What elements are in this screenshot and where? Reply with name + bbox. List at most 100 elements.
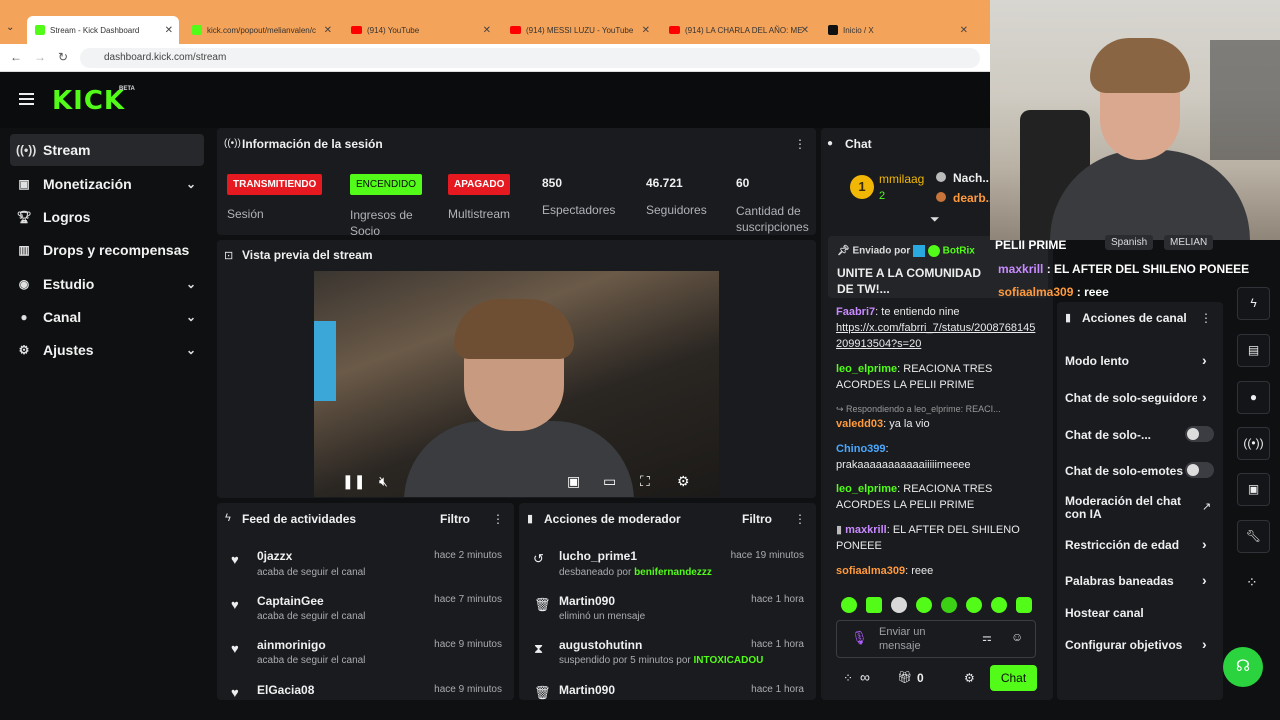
fullscreen-icon[interactable]: ⛶ — [640, 473, 650, 490]
emote-icon[interactable] — [866, 597, 882, 613]
mod-target-user[interactable]: Martin090 — [559, 594, 615, 608]
more-options-icon[interactable]: ⋮ — [794, 137, 806, 151]
slow-mode-item[interactable]: Modo lento — [1065, 354, 1129, 368]
forward-icon[interactable]: → — [34, 50, 46, 64]
collapse-icon[interactable]: ⏷ — [930, 212, 940, 227]
verified-icon — [913, 245, 926, 257]
more-options-icon[interactable]: ⋮ — [492, 512, 504, 526]
sidebar-item-stream[interactable]: ((•)) Stream — [10, 134, 204, 166]
ai-moderation-item[interactable]: Moderación del chat con IA — [1065, 495, 1183, 521]
tab-kick-popout[interactable]: kick.com/popout/melianvalen/c ✕ — [186, 18, 338, 42]
sidebar-item-estudio[interactable]: ◉ Estudio ⌄ — [10, 268, 204, 300]
activity-user[interactable]: 0jazzx — [257, 549, 292, 563]
followers-only-item[interactable]: Chat de solo-seguidore — [1065, 391, 1197, 405]
close-tab-icon[interactable]: ✕ — [960, 25, 968, 36]
broadcast-icon[interactable]: ((•)) — [1237, 427, 1270, 460]
mod-by-user[interactable]: INTOXICADOU — [694, 655, 764, 666]
pip-icon[interactable]: ▣ — [567, 473, 580, 490]
close-tab-icon[interactable]: ✕ — [483, 25, 491, 36]
menu-icon[interactable] — [19, 93, 34, 105]
tab-list-icon[interactable]: ⌄ — [6, 22, 14, 33]
more-options-icon[interactable]: ⋮ — [1200, 311, 1212, 325]
status-label-partner: Ingresos de Socio — [350, 208, 413, 235]
subs-only-toggle[interactable] — [1185, 426, 1214, 442]
close-tab-icon[interactable]: ✕ — [801, 25, 809, 36]
emote-icon[interactable] — [891, 597, 907, 613]
reload-icon[interactable]: ↻ — [58, 50, 68, 64]
webcam-overlay — [990, 0, 1280, 240]
settings-icon[interactable]: ⚙ — [677, 473, 690, 490]
chat-settings-icon[interactable]: ⚙ — [964, 671, 975, 685]
stream-video[interactable] — [314, 271, 719, 497]
sidebar-item-ajustes[interactable]: ⚙ Ajustes ⌄ — [10, 334, 204, 366]
chat-bubble-icon[interactable]: ● — [1237, 381, 1270, 414]
activity-user[interactable]: CaptainGee — [257, 594, 324, 608]
gift-icon[interactable]: 🎁︎ — [897, 670, 912, 684]
tab-la-charla[interactable]: (914) LA CHARLA DEL AÑO: ME ✕ — [663, 18, 815, 42]
chat-link[interactable]: https://x.com/fabrri_7/status/2008768145… — [836, 322, 1035, 350]
layout-icon[interactable]: ▣ — [1237, 473, 1270, 506]
emote-icon[interactable] — [1016, 597, 1032, 613]
chevron-right-icon[interactable]: › — [1202, 536, 1207, 552]
pause-icon[interactable]: ❚❚ — [342, 473, 365, 490]
kick-logo[interactable]: KICK — [52, 86, 125, 116]
emote-icon[interactable] — [916, 597, 932, 613]
send-chat-button[interactable]: Chat — [990, 665, 1037, 691]
mod-by-user[interactable]: benifernandezzz — [634, 567, 712, 578]
external-link-icon[interactable]: ↗ — [1202, 500, 1211, 513]
banned-words-item[interactable]: Palabras baneadas — [1065, 574, 1174, 588]
chat-message: Faabri7: te entiendo nine https://x.com/f… — [836, 306, 1036, 350]
activity-time: hace 7 minutos — [434, 594, 502, 605]
leaderboard-user[interactable]: mmilaag — [879, 172, 924, 186]
support-button[interactable]: ☊ — [1223, 647, 1263, 687]
sidebar-item-logros[interactable]: 🏆︎ Logros — [10, 201, 204, 233]
translate-icon[interactable]: ⚎ — [982, 631, 992, 644]
activity-user[interactable]: ElGacia08 — [257, 683, 314, 697]
set-goals-item[interactable]: Configurar objetivos — [1065, 638, 1182, 652]
age-restriction-item[interactable]: Restricción de edad — [1065, 538, 1179, 552]
emote-icon[interactable] — [941, 597, 957, 613]
close-tab-icon[interactable]: ✕ — [165, 25, 173, 36]
mod-target-user[interactable]: lucho_prime1 — [559, 549, 637, 563]
sidebar-item-canal[interactable]: ● Canal ⌄ — [10, 301, 204, 333]
sidebar-item-monetizacion[interactable]: ▣ Monetización ⌄ — [10, 168, 204, 200]
emote-icon[interactable] — [991, 597, 1007, 613]
emote-icon[interactable] — [841, 597, 857, 613]
actions-title: Acciones de canal — [1082, 311, 1187, 325]
chevron-right-icon[interactable]: › — [1202, 352, 1207, 368]
mute-icon[interactable]: 🔇︎ — [379, 473, 388, 490]
url-input[interactable]: dashboard.kick.com/stream — [80, 48, 980, 68]
activity-filter-button[interactable]: Filtro — [440, 512, 470, 526]
mod-filter-button[interactable]: Filtro — [742, 512, 772, 526]
activity-time: hace 2 minutos — [434, 550, 502, 561]
close-tab-icon[interactable]: ✕ — [324, 25, 332, 36]
chevron-right-icon[interactable]: › — [1202, 636, 1207, 652]
leaderboard-user[interactable]: dearb.. — [953, 191, 992, 205]
chevron-right-icon[interactable]: › — [1202, 389, 1207, 405]
theater-icon[interactable]: ▭ — [603, 473, 616, 490]
community-icon[interactable]: ⁘ — [1246, 574, 1258, 591]
emoji-icon[interactable]: ☺ — [1011, 630, 1023, 644]
notes-icon[interactable]: ▤ — [1237, 334, 1270, 367]
wrench-icon[interactable]: 🔧︎ — [1237, 520, 1270, 553]
sidebar-item-drops[interactable]: ▥ Drops y recompensas — [10, 234, 204, 266]
host-channel-item[interactable]: Hostear canal — [1065, 606, 1144, 620]
microphone-icon[interactable]: 🎙︎ — [851, 630, 868, 646]
mod-target-user[interactable]: augustohutinn — [559, 638, 642, 652]
chevron-right-icon[interactable]: › — [1202, 572, 1207, 588]
back-icon[interactable]: ← — [10, 50, 22, 64]
tab-messi-luzu[interactable]: (914) MESSI LUZU - YouTube ✕ — [504, 18, 656, 42]
emotes-only-toggle[interactable] — [1185, 462, 1214, 478]
activity-user[interactable]: ainmorinigo — [257, 638, 326, 652]
emote-icon[interactable] — [966, 597, 982, 613]
quick-action-bolt-icon[interactable]: ϟ — [1237, 287, 1270, 320]
tab-x[interactable]: Inicio / X ✕ — [822, 18, 974, 42]
tab-kick-dashboard[interactable]: Stream - Kick Dashboard ✕ — [27, 16, 179, 44]
points-icon[interactable]: ⁘ — [843, 671, 853, 685]
mod-target-user[interactable]: Martin090 — [559, 683, 615, 697]
more-options-icon[interactable]: ⋮ — [794, 512, 806, 526]
tab-youtube[interactable]: (914) YouTube ✕ — [345, 18, 497, 42]
pinned-bot-name[interactable]: BotRix — [943, 246, 975, 257]
leaderboard-user[interactable]: Nach.. — [953, 171, 989, 185]
close-tab-icon[interactable]: ✕ — [642, 25, 650, 36]
